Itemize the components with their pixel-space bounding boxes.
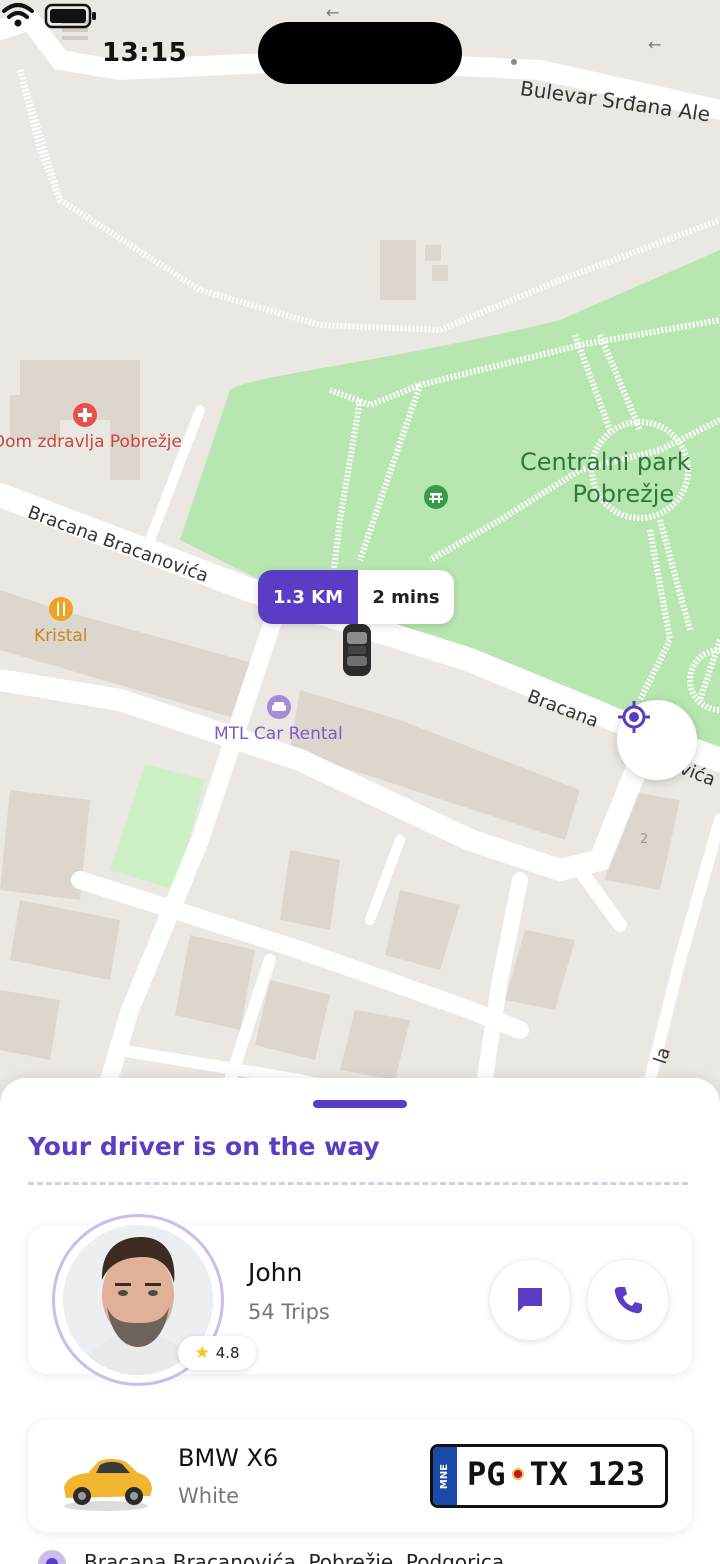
plate-number: PG TX 123: [467, 1455, 645, 1493]
location-dot-icon: [38, 1550, 66, 1564]
message-driver-button[interactable]: [490, 1260, 570, 1340]
map-canvas: ← ←: [0, 0, 720, 1110]
driver-rating-badge: ★ 4.8: [178, 1336, 256, 1370]
license-plate: MNE PG TX 123: [430, 1444, 668, 1508]
plate-left: PG: [467, 1455, 506, 1493]
hospital-icon: [73, 403, 97, 427]
wifi-icon: [2, 3, 34, 27]
eta-time: 2 mins: [372, 586, 440, 608]
driver-rating: 4.8: [215, 1344, 240, 1362]
map-view[interactable]: ← ← 13:15 Bulevar Srđana Ale Bracana Bra…: [0, 0, 720, 1110]
car-rental-icon: [267, 695, 291, 719]
vehicle-model: BMW X6: [178, 1444, 279, 1472]
park-label-line2: Pobrežje: [572, 480, 675, 508]
plate-country: MNE: [439, 1463, 451, 1489]
vehicle-card: BMW X6 White MNE PG TX 123: [28, 1420, 692, 1532]
house-number: 2: [640, 832, 649, 847]
driver-bottom-sheet[interactable]: Your driver is on the way ★ 4.8 John 54 …: [0, 1078, 720, 1564]
call-driver-button[interactable]: [588, 1260, 668, 1340]
poi-label-rental: MTL Car Rental: [214, 724, 343, 744]
picnic-icon: [424, 485, 448, 509]
battery-icon: [44, 3, 96, 29]
phone-icon: [614, 1287, 642, 1314]
park-label: Centralni park Pobrežje: [520, 446, 691, 510]
eta-distance: 1.3 KM: [258, 570, 358, 624]
route-stop-address: Bracana Bracanovića, Pobrežje, Podgorica: [84, 1550, 505, 1564]
divider: [28, 1182, 688, 1185]
vehicle-color: White: [178, 1484, 240, 1508]
status-icons: [2, 3, 96, 29]
restaurant-icon: [49, 597, 73, 621]
star-icon: ★: [194, 1343, 210, 1363]
plate-right: TX 123: [529, 1455, 646, 1493]
status-bar: 13:15: [0, 0, 720, 100]
plate-country-strip: MNE: [433, 1447, 457, 1505]
plate-emblem-icon: [511, 1468, 524, 1480]
car-image: [64, 1459, 152, 1511]
driver-car-marker-icon: [343, 624, 371, 676]
recenter-button[interactable]: [617, 700, 697, 780]
poi-label-clinic: Dom zdravlja Pobrežje: [0, 432, 182, 452]
driver-name: John: [248, 1258, 303, 1287]
park-label-line1: Centralni park: [520, 448, 691, 476]
status-time: 13:15: [102, 38, 188, 68]
eta-badge: 1.3 KM 2 mins: [258, 570, 454, 624]
poi-label-restaurant: Kristal: [34, 626, 88, 646]
sheet-title: Your driver is on the way: [28, 1132, 380, 1161]
dynamic-island: [258, 22, 462, 84]
sheet-drag-handle[interactable]: [313, 1100, 407, 1108]
driver-card: ★ 4.8 John 54 Trips: [28, 1214, 692, 1386]
message-icon: [518, 1288, 542, 1312]
locate-icon: [618, 701, 650, 733]
driver-trips: 54 Trips: [248, 1300, 330, 1324]
